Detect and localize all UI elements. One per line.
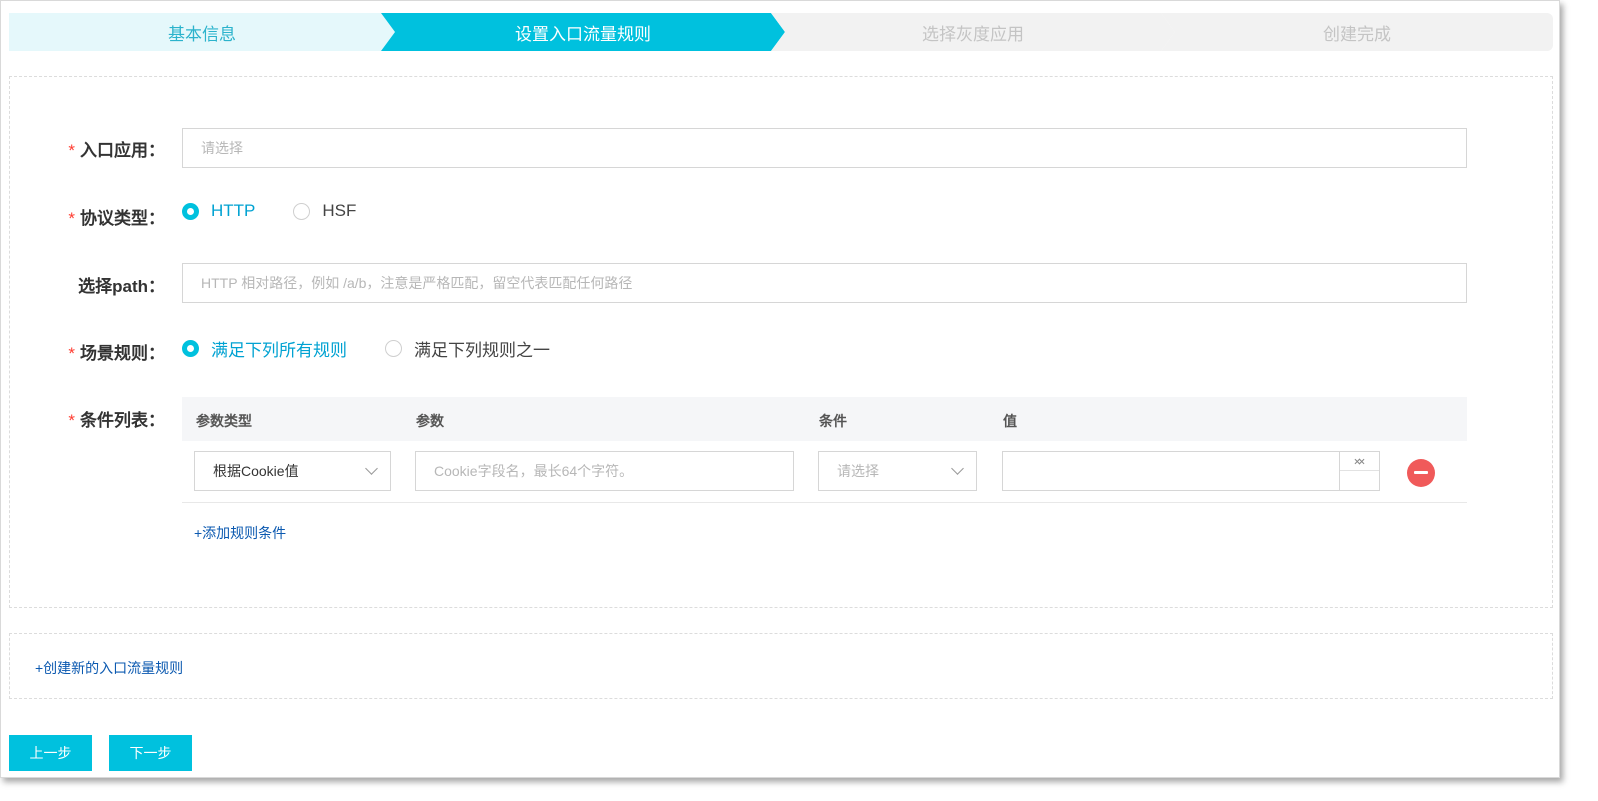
step-entry-traffic-rule: 设置入口流量规则 <box>381 13 785 51</box>
value-number-input[interactable] <box>1002 451 1380 491</box>
radio-http-label[interactable]: HTTP <box>211 201 255 221</box>
chevron-down-icon <box>365 462 378 475</box>
page-frame: 基本信息 设置入口流量规则 选择灰度应用 创建完成 * 入口应用： 请选择 * 协议… <box>0 0 1560 778</box>
scene-radio-group: 满足下列所有规则 满足下列规则之一 <box>182 336 550 361</box>
step-basic-info: 基本信息 <box>9 13 395 51</box>
add-rule-card: +创建新的入口流量规则 <box>9 633 1553 699</box>
radio-any-rule[interactable] <box>385 340 402 357</box>
path-label: 选择path： <box>78 277 165 296</box>
header-condition: 条件 <box>819 413 847 429</box>
protocol-label: * 协议类型： <box>68 209 165 228</box>
table-row: 根据Cookie值 Cookie字段名，最长64个字符。 请选择 <box>182 441 1467 503</box>
scene-rule-label: * 场景规则： <box>68 344 165 363</box>
entry-rule-card: * 入口应用： 请选择 * 协议类型： HTTP HSF 选择path： HTTP … <box>9 76 1553 608</box>
radio-all-rules-label[interactable]: 满足下列所有规则 <box>211 336 347 361</box>
header-param: 参数 <box>416 413 444 429</box>
protocol-radio-group: HTTP HSF <box>182 201 356 221</box>
stepper-down-icon[interactable] <box>1340 452 1379 471</box>
param-name-input[interactable]: Cookie字段名，最长64个字符。 <box>415 451 794 491</box>
step-bar: 基本信息 设置入口流量规则 选择灰度应用 创建完成 <box>9 13 1553 51</box>
radio-http[interactable] <box>182 202 199 220</box>
entry-app-select[interactable]: 请选择 <box>182 128 1467 168</box>
header-param-type: 参数类型 <box>196 413 252 429</box>
conditions-label: * 条件列表： <box>68 411 165 430</box>
radio-any-rule-label[interactable]: 满足下列规则之一 <box>414 336 550 361</box>
chevron-down-icon <box>951 462 964 475</box>
condition-select[interactable]: 请选择 <box>818 451 977 491</box>
header-value: 值 <box>1003 413 1017 429</box>
radio-hsf-label[interactable]: HSF <box>322 201 356 221</box>
prev-button[interactable]: 上一步 <box>9 735 92 771</box>
entry-app-label: * 入口应用： <box>68 141 165 160</box>
step-select-gray-app: 选择灰度应用 <box>771 13 1175 51</box>
remove-condition-icon[interactable] <box>1407 459 1435 487</box>
radio-all-rules[interactable] <box>182 340 199 357</box>
number-stepper <box>1339 452 1379 490</box>
path-input[interactable]: HTTP 相对路径，例如 /a/b，注意是严格匹配，留空代表匹配任何路径 <box>182 263 1467 303</box>
conditions-table-header: 参数类型 参数 条件 值 <box>182 397 1467 441</box>
step-create-complete: 创建完成 <box>1161 13 1553 51</box>
add-entry-rule-link[interactable]: +创建新的入口流量规则 <box>35 658 183 678</box>
next-button[interactable]: 下一步 <box>109 735 192 771</box>
radio-hsf[interactable] <box>293 202 311 220</box>
add-condition-link[interactable]: +添加规则条件 <box>194 523 286 543</box>
param-type-select[interactable]: 根据Cookie值 <box>194 451 391 491</box>
conditions-table: 参数类型 参数 条件 值 根据Cookie值 Cookie字段名，最长64个字符… <box>182 397 1467 503</box>
